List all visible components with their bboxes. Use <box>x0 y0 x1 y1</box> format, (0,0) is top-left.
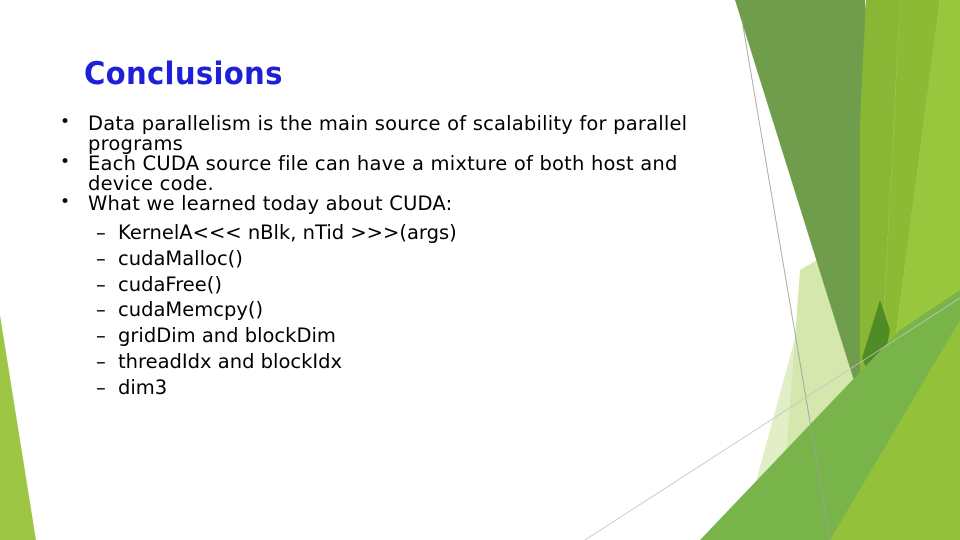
list-item-text: cudaMalloc() <box>118 246 243 270</box>
dash-icon: – <box>96 324 106 348</box>
bullet-item: • What we learned today about CUDA: <box>60 192 720 215</box>
list-item: – gridDim and blockDim <box>96 323 720 349</box>
list-item: – dim3 <box>96 375 720 401</box>
dash-icon: – <box>96 375 106 399</box>
bullet-icon: • <box>60 112 71 132</box>
list-item-text: KernelA<<< nBlk, nTid >>>(args) <box>118 221 457 244</box>
slide-title: Conclusions <box>84 56 283 92</box>
slide-content: • Data parallelism is the main source of… <box>60 112 720 401</box>
list-item: – KernelA<<< nBlk, nTid >>>(args) <box>96 220 720 246</box>
bullet-text: What we learned today about CUDA: <box>88 192 453 215</box>
list-item: – cudaMalloc() <box>96 246 720 272</box>
list-item-text: gridDim and blockDim <box>118 324 336 348</box>
list-item: – cudaFree() <box>96 272 720 298</box>
bullet-icon: • <box>60 152 71 172</box>
bullet-text: Data parallelism is the main source of s… <box>88 112 688 155</box>
left-green-triangle <box>0 315 36 540</box>
bullet-item: • Data parallelism is the main source of… <box>60 112 720 155</box>
list-item: – threadIdx and blockIdx <box>96 349 720 375</box>
list-item-text: cudaFree() <box>118 272 223 296</box>
bullet-text: Each CUDA source file can have a mixture… <box>88 152 678 195</box>
list-item-text: dim3 <box>118 375 168 399</box>
dash-icon: – <box>96 298 106 322</box>
dash-icon: – <box>96 221 106 244</box>
bullet-item: • Each CUDA source file can have a mixtu… <box>60 152 720 195</box>
list-item-text: threadIdx and blockIdx <box>118 349 343 373</box>
cuda-topics-list: – KernelA<<< nBlk, nTid >>>(args) – cudaMa… <box>96 220 720 401</box>
bullet-icon: • <box>60 192 71 212</box>
dash-icon: – <box>96 246 106 270</box>
dash-icon: – <box>96 272 106 296</box>
list-item: – cudaMemcpy() <box>96 297 720 323</box>
dash-icon: – <box>96 349 106 373</box>
list-item-text: cudaMemcpy() <box>118 298 264 322</box>
